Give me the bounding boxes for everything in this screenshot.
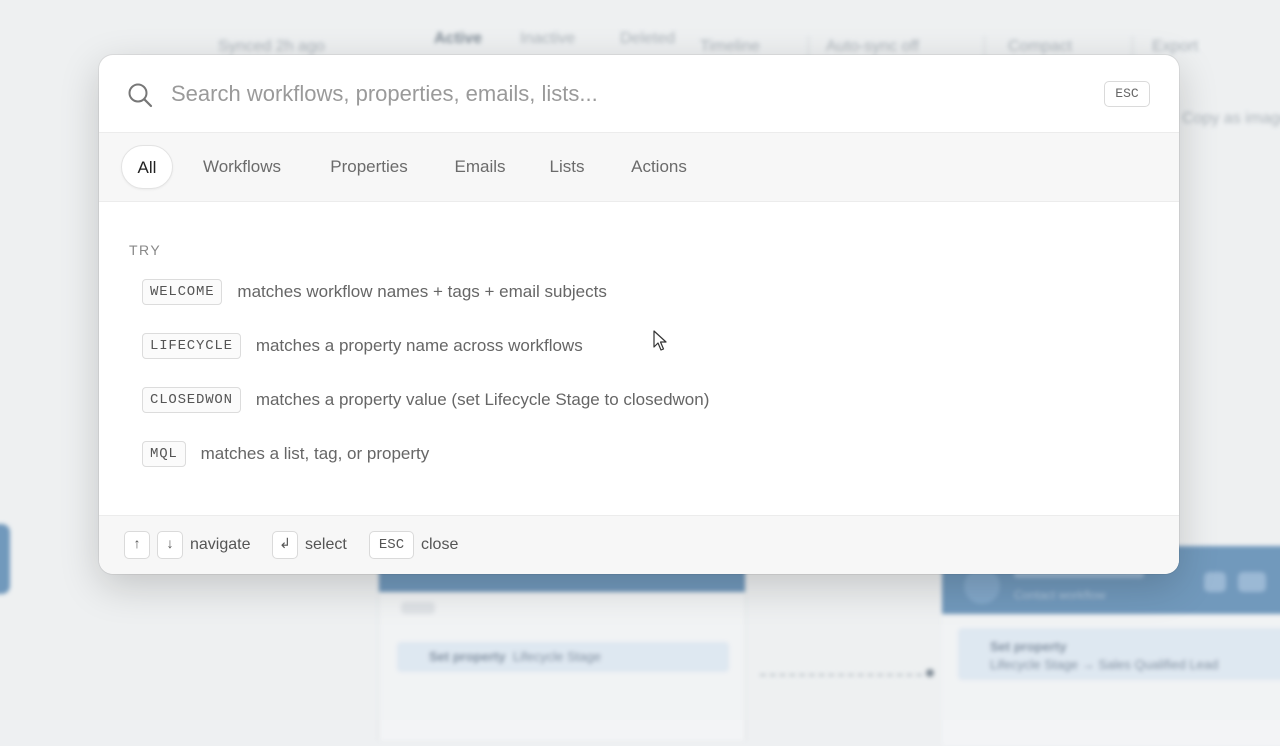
suggestion-item[interactable]: MQL matches a list, tag, or property — [142, 440, 429, 468]
suggestion-keyword: WELCOME — [142, 279, 223, 305]
esc-key-badge[interactable]: ESC — [1104, 81, 1150, 107]
mouse-pointer-icon — [653, 330, 667, 351]
filter-tabs: All Workflows Properties Emails Lists Ac… — [99, 133, 1179, 202]
close-hint: close — [421, 536, 459, 553]
search-icon — [128, 83, 153, 108]
suggestion-item[interactable]: LIFECYCLE matches a property name across… — [142, 332, 583, 360]
arrow-up-key: ↑ — [124, 531, 150, 559]
tab-properties[interactable]: Properties — [324, 145, 414, 189]
tab-all[interactable]: All — [121, 145, 173, 189]
suggestion-description: matches a list, tag, or property — [200, 444, 430, 463]
search-bar: ESC — [99, 55, 1179, 133]
search-modal: ESC All Workflows Properties Emails List… — [99, 55, 1179, 574]
search-input[interactable] — [171, 75, 1051, 113]
arrow-down-key: ↓ — [157, 531, 183, 559]
search-suggestions: TRY WELCOME matches workflow names + tag… — [99, 202, 1179, 515]
tab-emails[interactable]: Emails — [449, 145, 511, 189]
tab-actions[interactable]: Actions — [625, 145, 693, 189]
suggestion-keyword: CLOSEDWON — [142, 387, 241, 413]
suggestion-keyword: MQL — [142, 441, 186, 467]
esc-key: ESC — [369, 531, 414, 559]
suggestion-item[interactable]: WELCOME matches workflow names + tags + … — [142, 278, 607, 306]
select-hint: select — [305, 536, 347, 553]
tab-lists[interactable]: Lists — [545, 145, 589, 189]
suggestion-description: matches a property value (set Lifecycle … — [255, 390, 710, 409]
suggestion-description: matches workflow names + tags + email su… — [237, 282, 607, 301]
suggestion-description: matches a property name across workflows — [255, 336, 583, 355]
enter-key: ↲ — [272, 531, 298, 559]
navigate-hint: navigate — [190, 536, 251, 553]
suggestion-item[interactable]: CLOSEDWON matches a property value (set … — [142, 386, 709, 414]
suggestion-keyword: LIFECYCLE — [142, 333, 241, 359]
try-heading: TRY — [129, 242, 162, 258]
tab-workflows[interactable]: Workflows — [195, 145, 289, 189]
keyboard-hints: ↑ ↓ navigate ↲ select ESC close — [99, 515, 1179, 574]
